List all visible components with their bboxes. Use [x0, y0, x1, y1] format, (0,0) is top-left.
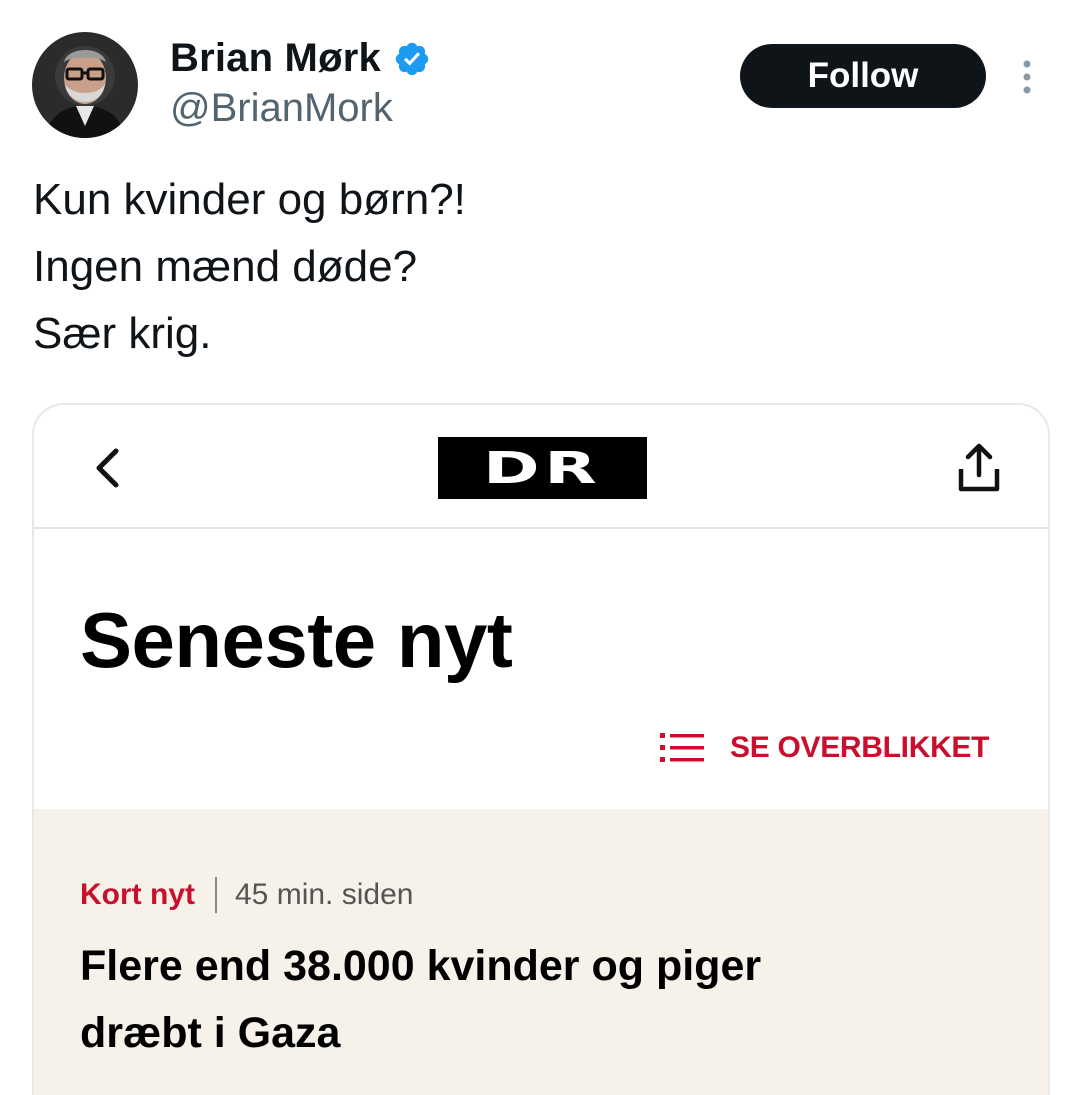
chevron-left-icon [92, 447, 122, 489]
tweet-media-image[interactable]: DR Seneste nyt SE OVERBLIKKET Kort nyt 4… [32, 403, 1050, 1095]
tweet-text: Kun kvinder og børn?! Ingen mænd døde? S… [33, 166, 466, 367]
author-name-row: Brian Mørk [170, 36, 431, 81]
overview-label: SE OVERBLIKKET [730, 731, 990, 764]
news-tag: Kort nyt [80, 878, 195, 911]
news-headline-line: Flere end 38.000 kvinder og piger [80, 942, 762, 990]
list-icon [660, 731, 704, 765]
dr-logo-text: DR [483, 442, 602, 494]
tweet-text-line: Ingen mænd døde? [33, 242, 418, 291]
tweet-text-line: Sær krig. [33, 309, 212, 358]
news-item: Kort nyt 45 min. siden Flere end 38.000 … [34, 809, 1048, 1095]
news-headline-line: dræbt i Gaza [80, 1009, 341, 1057]
avatar[interactable] [32, 32, 138, 138]
verified-badge-icon[interactable] [393, 40, 431, 78]
follow-button[interactable]: Follow [740, 44, 986, 108]
dr-app-topbar: DR [34, 405, 1048, 529]
tweet: Brian Mørk @BrianMork Follow Kun kvinder… [0, 0, 1080, 1095]
tweet-text-line: Kun kvinder og børn?! [33, 175, 466, 224]
news-meta: Kort nyt 45 min. siden [80, 877, 413, 913]
news-timestamp: 45 min. siden [235, 878, 414, 911]
meta-divider [215, 877, 217, 913]
more-vertical-icon[interactable] [1014, 58, 1040, 96]
dr-logo: DR [438, 437, 647, 499]
author-handle[interactable]: @BrianMork [170, 86, 393, 131]
share-icon [953, 441, 1005, 495]
overview-link: SE OVERBLIKKET [660, 731, 989, 765]
section-title: Seneste nyt [80, 596, 513, 684]
news-headline: Flere end 38.000 kvinder og piger dræbt … [80, 933, 980, 1067]
author-display-name[interactable]: Brian Mørk [170, 36, 381, 81]
